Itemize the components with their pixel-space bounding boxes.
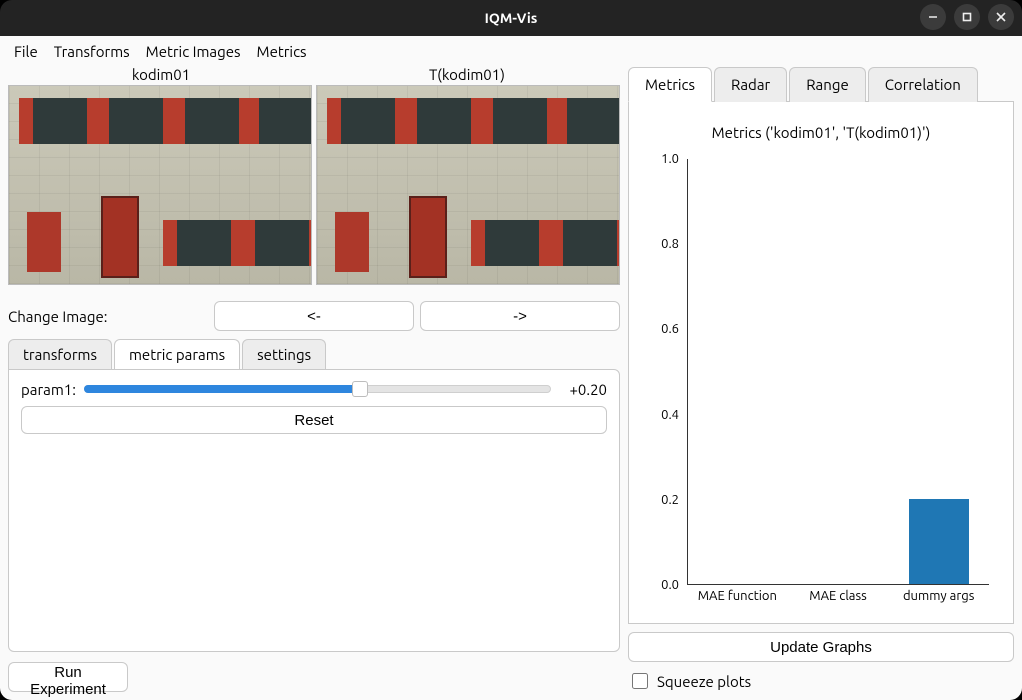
param1-label: param1: (21, 381, 76, 398)
squeeze-checkbox[interactable] (632, 673, 648, 689)
chart-area: 0.00.20.40.60.81.0 MAE functionMAE class… (643, 149, 999, 615)
metric-tabs: Metrics Radar Range Correlation (628, 66, 1014, 102)
minimize-button[interactable] (920, 4, 946, 30)
tab-settings[interactable]: settings (242, 339, 326, 369)
param-tabs: transforms metric params settings (8, 339, 620, 369)
param1-value: +0.20 (559, 381, 607, 398)
menu-file[interactable]: File (14, 43, 38, 60)
app-window: IQM-Vis File Transforms Metric Images Me… (0, 0, 1022, 700)
param-pane: param1: +0.20 Reset (8, 369, 620, 652)
squeeze-label: Squeeze plots (657, 673, 751, 690)
titlebar: IQM-Vis (0, 0, 1022, 36)
left-panel: kodim01 T(kodim01) (8, 66, 620, 692)
next-image-button[interactable]: -> (420, 301, 620, 331)
window-controls (920, 4, 1014, 30)
chart-plot (687, 159, 989, 585)
right-panel: Metrics Radar Range Correlation Metrics … (628, 66, 1014, 692)
tab-correlation[interactable]: Correlation (868, 67, 978, 102)
change-image-label: Change Image: (8, 308, 208, 325)
tab-metrics[interactable]: Metrics (628, 67, 712, 102)
tab-range[interactable]: Range (789, 67, 866, 102)
tab-radar[interactable]: Radar (714, 67, 787, 102)
metric-pane: Metrics ('kodim01', 'T(kodim01)') 0.00.2… (628, 102, 1014, 624)
chart-bar (909, 499, 969, 584)
chart-xticks: MAE functionMAE classdummy args (687, 589, 989, 615)
image-label-original: kodim01 (8, 66, 314, 85)
menubar: File Transforms Metric Images Metrics (8, 36, 1014, 66)
update-graphs-button[interactable]: Update Graphs (628, 632, 1014, 662)
menu-transforms[interactable]: Transforms (54, 43, 130, 60)
image-original (8, 85, 312, 285)
chart-title: Metrics ('kodim01', 'T(kodim01)') (637, 124, 1005, 141)
maximize-button[interactable] (954, 4, 980, 30)
prev-image-button[interactable]: <- (214, 301, 414, 331)
squeeze-row: Squeeze plots (628, 670, 1014, 692)
chart-yticks: 0.00.20.40.60.81.0 (643, 159, 683, 585)
close-button[interactable] (988, 4, 1014, 30)
run-experiment-button[interactable]: Run Experiment (8, 662, 128, 692)
change-image-row: Change Image: <- -> (8, 301, 620, 331)
image-transformed (316, 85, 620, 285)
tab-metric-params[interactable]: metric params (114, 339, 240, 369)
reset-button[interactable]: Reset (21, 406, 607, 434)
param1-slider[interactable] (84, 380, 551, 398)
content-area: File Transforms Metric Images Metrics ko… (0, 36, 1022, 700)
window-title: IQM-Vis (0, 10, 1022, 26)
menu-metrics[interactable]: Metrics (257, 43, 307, 60)
tab-transforms[interactable]: transforms (8, 339, 112, 369)
image-label-transformed: T(kodim01) (314, 66, 620, 85)
param1-row: param1: +0.20 (21, 380, 607, 398)
menu-metric-images[interactable]: Metric Images (146, 43, 241, 60)
